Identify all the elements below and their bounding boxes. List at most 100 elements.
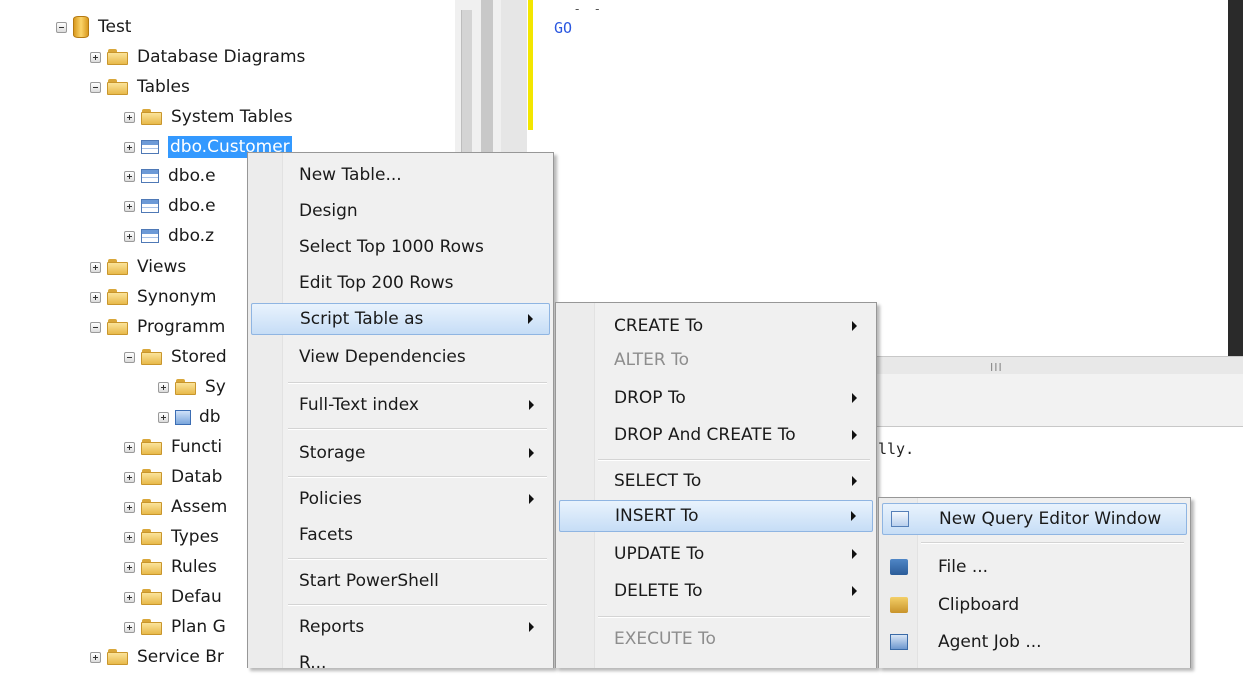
tree-node-database-triggers[interactable]: Datab xyxy=(124,464,222,490)
tree-node-stored-procedure[interactable]: db xyxy=(158,404,221,430)
tree-node-stored-procedures[interactable]: Stored xyxy=(124,344,227,370)
expand-icon[interactable] xyxy=(124,531,135,543)
expand-icon[interactable] xyxy=(124,170,135,182)
expand-icon[interactable] xyxy=(124,141,135,153)
tree-node-database[interactable]: Test xyxy=(56,14,131,40)
collapse-icon[interactable] xyxy=(124,351,135,363)
collapse-icon[interactable] xyxy=(90,81,101,93)
menu-item-start-powershell[interactable]: Start PowerShell xyxy=(251,565,550,597)
scrollbar-grip[interactable]: III xyxy=(990,361,1003,374)
folder-icon xyxy=(107,79,129,95)
folder-icon xyxy=(141,619,163,635)
tree-node-database-diagrams[interactable]: Database Diagrams xyxy=(90,44,305,70)
table-context-menu: New Table... Design Select Top 1000 Rows… xyxy=(247,152,554,673)
tree-node-system-stored-procedures[interactable]: Sy xyxy=(158,374,226,400)
expand-icon[interactable] xyxy=(124,230,135,242)
menu-item-label: Design xyxy=(299,201,358,221)
menu-item-create-to[interactable]: CREATE To xyxy=(559,310,873,342)
expand-icon[interactable] xyxy=(158,411,169,423)
menu-item-label: Policies xyxy=(299,489,362,509)
menu-item-label: View Dependencies xyxy=(299,347,466,367)
tree-node-functions[interactable]: Functi xyxy=(124,434,222,460)
tree-node-table[interactable]: dbo.e xyxy=(124,193,216,219)
menu-item-partial[interactable]: R... xyxy=(251,647,550,679)
menu-item-drop-and-create-to[interactable]: DROP And CREATE To xyxy=(559,419,873,451)
tree-node-programmability[interactable]: Programm xyxy=(90,314,225,340)
expand-icon[interactable] xyxy=(90,51,101,63)
menu-item-facets[interactable]: Facets xyxy=(251,519,550,551)
menu-item-select-top-1000[interactable]: Select Top 1000 Rows xyxy=(251,231,550,263)
menu-item-script-table-as[interactable]: Script Table as xyxy=(251,303,550,335)
menu-item-agent-job[interactable]: Agent Job ... xyxy=(882,626,1187,658)
submenu-arrow-icon xyxy=(529,622,534,632)
tree-node-label: db xyxy=(199,407,221,427)
menu-item-full-text-index[interactable]: Full-Text index xyxy=(251,389,550,421)
tree-node-types[interactable]: Types xyxy=(124,524,219,550)
menu-item-label: Select Top 1000 Rows xyxy=(299,237,484,257)
tree-node-tables[interactable]: Tables xyxy=(90,74,190,100)
expand-icon[interactable] xyxy=(124,441,135,453)
tree-node-assemblies[interactable]: Assem xyxy=(124,494,227,520)
expand-icon[interactable] xyxy=(90,651,101,663)
table-icon xyxy=(141,140,159,154)
menu-item-drop-to[interactable]: DROP To xyxy=(559,382,873,414)
expand-icon[interactable] xyxy=(124,471,135,483)
expand-icon[interactable] xyxy=(158,381,169,393)
menu-item-reports[interactable]: Reports xyxy=(251,611,550,643)
menu-item-view-dependencies[interactable]: View Dependencies xyxy=(251,341,550,373)
expand-icon[interactable] xyxy=(124,501,135,513)
expand-icon[interactable] xyxy=(124,621,135,633)
menu-item-label: EXECUTE To xyxy=(614,629,716,649)
menu-item-select-to[interactable]: SELECT To xyxy=(559,465,873,497)
menu-item-design[interactable]: Design xyxy=(251,195,550,227)
menu-item-label: UPDATE To xyxy=(614,544,705,564)
folder-icon xyxy=(107,49,129,65)
menu-item-clipboard[interactable]: Clipboard xyxy=(882,589,1187,621)
expand-icon[interactable] xyxy=(124,200,135,212)
menu-item-delete-to[interactable]: DELETE To xyxy=(559,575,873,607)
tree-node-table[interactable]: dbo.z xyxy=(124,223,214,249)
menu-separator xyxy=(288,604,547,606)
collapse-icon[interactable] xyxy=(56,21,67,33)
menu-item-policies[interactable]: Policies xyxy=(251,483,550,515)
menu-item-file[interactable]: File ... xyxy=(882,551,1187,583)
collapse-icon[interactable] xyxy=(90,321,101,333)
query-window-icon xyxy=(891,511,909,527)
expand-icon[interactable] xyxy=(124,111,135,123)
tree-node-table[interactable]: dbo.e xyxy=(124,163,216,189)
menu-item-label: Script Table as xyxy=(300,309,424,329)
tree-node-synonyms[interactable]: Synonym xyxy=(90,284,216,310)
tree-node-label: dbo.e xyxy=(168,166,216,186)
tree-node-plan-guides[interactable]: Plan G xyxy=(124,614,226,640)
folder-icon xyxy=(141,109,163,125)
expand-icon[interactable] xyxy=(90,291,101,303)
menu-item-label: File ... xyxy=(938,557,989,577)
menu-item-storage[interactable]: Storage xyxy=(251,437,550,469)
tree-node-service-broker[interactable]: Service Br xyxy=(90,644,224,670)
menu-item-update-to[interactable]: UPDATE To xyxy=(559,538,873,570)
stored-procedure-icon xyxy=(175,409,191,425)
menu-item-new-query-editor-window[interactable]: New Query Editor Window xyxy=(882,503,1187,535)
database-icon xyxy=(73,16,89,38)
tree-node-label: Types xyxy=(171,527,219,547)
tree-node-views[interactable]: Views xyxy=(90,254,186,280)
submenu-arrow-icon xyxy=(528,314,533,324)
tree-node-rules[interactable]: Rules xyxy=(124,554,217,580)
tree-node-system-tables[interactable]: System Tables xyxy=(124,104,293,130)
expand-icon[interactable] xyxy=(124,561,135,573)
folder-icon xyxy=(141,349,163,365)
tree-node-defaults[interactable]: Defau xyxy=(124,584,222,610)
menu-item-execute-to: EXECUTE To xyxy=(559,623,873,655)
menu-item-edit-top-200[interactable]: Edit Top 200 Rows xyxy=(251,267,550,299)
tree-node-label: Defau xyxy=(171,587,222,607)
script-table-as-submenu: CREATE To ALTER To DROP To DROP And CREA… xyxy=(555,302,877,668)
tree-node-label: Programm xyxy=(137,317,226,337)
menu-item-label: SELECT To xyxy=(614,471,702,491)
tree-node-label: Rules xyxy=(171,557,217,577)
menu-separator xyxy=(288,476,547,478)
menu-item-new-table[interactable]: New Table... xyxy=(251,159,550,191)
expand-icon[interactable] xyxy=(90,261,101,273)
menu-item-alter-to: ALTER To xyxy=(559,344,873,376)
expand-icon[interactable] xyxy=(124,591,135,603)
menu-item-insert-to[interactable]: INSERT To xyxy=(559,500,873,532)
